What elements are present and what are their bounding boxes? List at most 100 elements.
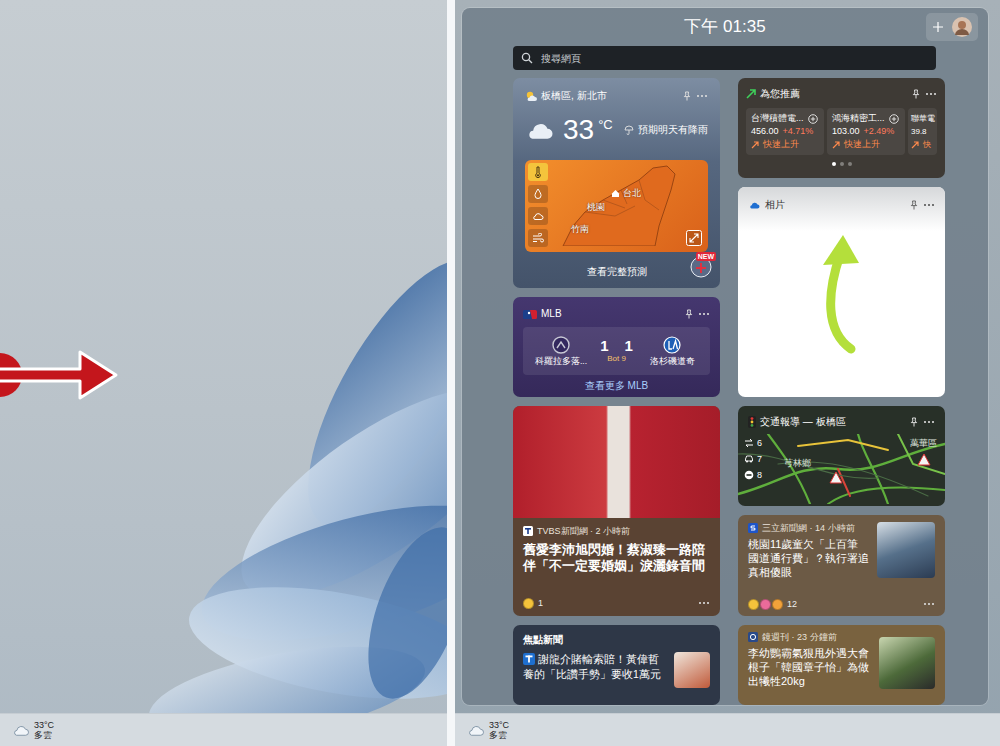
taskbar-weather[interactable]: 33°C多雲 xyxy=(489,720,509,741)
stock-trend: 快速上升 xyxy=(763,138,799,151)
focus-news-card[interactable]: 焦點新聞謝龍介賭輸索賠！黃偉哲養的「比讚手勢」要收1萬元 xyxy=(513,625,720,705)
weather-icon[interactable] xyxy=(467,724,485,736)
news-thumbnail xyxy=(877,522,935,578)
stock-item[interactable]: 聯華電39.8快 xyxy=(908,108,937,155)
condition-text: 多雲 xyxy=(489,730,509,740)
stocks-card[interactable]: 為您推薦台灣積體電...456.00+4.71%快速上升鴻海精密工...103.… xyxy=(738,78,945,178)
wind-layer-icon xyxy=(532,233,544,243)
stock-list: 台灣積體電...456.00+4.71%快速上升鴻海精密工...103.00+2… xyxy=(746,108,937,155)
temperature-layer-icon xyxy=(533,166,543,178)
more-icon[interactable] xyxy=(698,312,710,316)
weather-map[interactable]: 桃園台北竹南 xyxy=(525,160,708,252)
score: 11Bot 9 xyxy=(600,338,633,364)
news-source-icon xyxy=(523,653,535,665)
stock-price: 39.8 xyxy=(911,125,927,138)
page-dot[interactable] xyxy=(832,162,836,166)
taskbar-weather[interactable]: 33°C多雲 xyxy=(34,720,54,741)
more-icon[interactable] xyxy=(923,602,935,606)
temperature-text: 33°C xyxy=(489,720,509,730)
pin-icon[interactable] xyxy=(682,91,692,101)
news-headline[interactable]: 桃園11歲童欠「上百筆國道通行費」？執行署追真相傻眼 xyxy=(748,537,869,579)
new-feature-button[interactable]: NEW xyxy=(690,256,716,282)
search-input[interactable] xyxy=(541,51,928,66)
more-mlb-link[interactable]: 查看更多 MLB xyxy=(585,380,648,391)
incident-count: 7 xyxy=(757,452,762,466)
more-icon[interactable] xyxy=(696,94,708,98)
incident-count: 8 xyxy=(757,468,762,482)
more-icon[interactable] xyxy=(923,420,935,424)
traffic-map[interactable]: 萬華區芎林鄉678 xyxy=(738,434,945,504)
mlb-card[interactable]: MLB 科羅拉多落... 11Bot 9 洛杉磯道奇查看更多 MLB xyxy=(513,297,720,397)
incident-row[interactable]: 7 xyxy=(744,452,762,466)
photos-title: 相片 xyxy=(765,199,905,211)
game-status: Bot 9 xyxy=(607,354,626,364)
stock-item[interactable]: 鴻海精密工...103.00+2.49%快速上升 xyxy=(827,108,905,155)
stock-name: 聯華電 xyxy=(911,112,935,125)
header-actions xyxy=(926,13,978,41)
stock-item[interactable]: 台灣積體電...456.00+4.71%快速上升 xyxy=(746,108,824,155)
team-name: 洛杉磯道奇 xyxy=(650,356,695,366)
weather-card[interactable]: 板橋區, 新北市33°C預期明天有降雨桃園台北竹南查看完整預測NEW xyxy=(513,78,720,288)
page-dot[interactable] xyxy=(848,162,852,166)
rain-layer-icon xyxy=(533,188,543,200)
news-card[interactable]: TVBS新聞網 · 2 小時前舊愛李沛旭閃婚！蔡淑臻一路陪伴「不一定要婚姻」淚灑… xyxy=(513,406,720,616)
taskbar: 33°C多雲 xyxy=(455,713,1000,746)
cloud-layer-icon xyxy=(532,211,544,221)
page-dot[interactable] xyxy=(840,162,844,166)
map-layer-button[interactable] xyxy=(528,163,548,181)
desktop-after: 下午 01:35板橋區, 新北市33°C預期明天有降雨桃園台北竹南查看完整預測N… xyxy=(455,0,1000,746)
add-stock-icon[interactable] xyxy=(808,114,818,124)
pin-icon[interactable] xyxy=(909,417,919,427)
news-headline[interactable]: 謝龍介賭輸索賠！黃偉哲養的「比讚手勢」要收1萬元 xyxy=(523,652,666,688)
card-header: 交通報導 — 板橋區 xyxy=(748,414,935,430)
pin-icon[interactable] xyxy=(909,200,919,210)
map-layer-button[interactable] xyxy=(528,207,548,225)
red-arrow-annotation xyxy=(0,340,120,410)
add-stock-icon[interactable] xyxy=(889,114,899,124)
expand-icon[interactable] xyxy=(686,230,702,246)
more-icon[interactable] xyxy=(698,601,710,605)
profile-avatar-icon[interactable] xyxy=(952,17,972,37)
page-indicator xyxy=(746,162,937,166)
scoreboard[interactable]: 科羅拉多落... 11Bot 9 洛杉磯道奇 xyxy=(523,327,710,375)
map-layer-button[interactable] xyxy=(528,185,548,203)
desktop-before: 33°C多雲 xyxy=(0,0,447,746)
reaction-count: 1 xyxy=(538,597,543,611)
home-score: 1 xyxy=(625,338,633,355)
incident-row[interactable]: 6 xyxy=(744,436,762,450)
pin-icon[interactable] xyxy=(911,89,921,99)
incident-row[interactable]: 8 xyxy=(744,468,762,482)
more-icon[interactable] xyxy=(923,203,935,207)
news-card[interactable]: 鏡週刊 · 23 分鐘前李幼鸚霸氣狠甩外遇大會根子「韓國章子怡」為做出犧牲20k… xyxy=(738,625,945,705)
traffic-title: 交通報導 — 板橋區 xyxy=(760,416,905,428)
more-icon[interactable] xyxy=(925,92,937,96)
closure-icon xyxy=(744,470,754,480)
away-score: 1 xyxy=(600,338,608,355)
map-area-label: 芎林鄉 xyxy=(784,458,811,469)
add-widget-icon[interactable] xyxy=(932,21,944,33)
card-header: 相片 xyxy=(748,197,935,213)
news-card[interactable]: 三立新聞網 · 14 小時前桃園11歲童欠「上百筆國道通行費」？執行署追真相傻眼… xyxy=(738,515,945,616)
card-header: MLB xyxy=(523,306,710,322)
full-forecast-link[interactable]: 查看完整預測 xyxy=(587,264,647,279)
weather-icon[interactable] xyxy=(12,724,30,736)
photos-card[interactable]: 相片 xyxy=(738,187,945,397)
news-headline[interactable]: 李幼鸚霸氣狠甩外遇大會根子「韓國章子怡」為做出犧牲20kg xyxy=(748,646,871,688)
team[interactable]: 科羅拉多落... xyxy=(527,336,595,366)
pin-icon[interactable] xyxy=(684,309,694,319)
map-city-label: 台北 xyxy=(623,188,641,199)
search-bar[interactable] xyxy=(513,46,936,70)
onedrive-icon xyxy=(748,201,761,209)
reactions: 1 xyxy=(523,597,710,611)
temperature-value: 33 xyxy=(563,116,594,144)
weather-location-icon xyxy=(525,90,537,102)
traffic-card[interactable]: 交通報導 — 板橋區萬華區芎林鄉678 xyxy=(738,406,945,506)
clock-time: 下午 01:35 xyxy=(534,14,916,40)
stock-price: 456.00 xyxy=(751,125,779,138)
widget-grid: 板橋區, 新北市33°C預期明天有降雨桃園台北竹南查看完整預測NEWMLB科羅拉… xyxy=(513,78,936,705)
news-source: TVBS新聞網 · 2 小時前 xyxy=(537,525,630,537)
map-layer-button[interactable] xyxy=(528,229,548,247)
team-name: 科羅拉多落... xyxy=(535,356,587,366)
team[interactable]: 洛杉磯道奇 xyxy=(638,336,706,366)
news-headline[interactable]: 舊愛李沛旭閃婚！蔡淑臻一路陪伴「不一定要婚姻」淚灑錄音間 xyxy=(523,542,710,574)
